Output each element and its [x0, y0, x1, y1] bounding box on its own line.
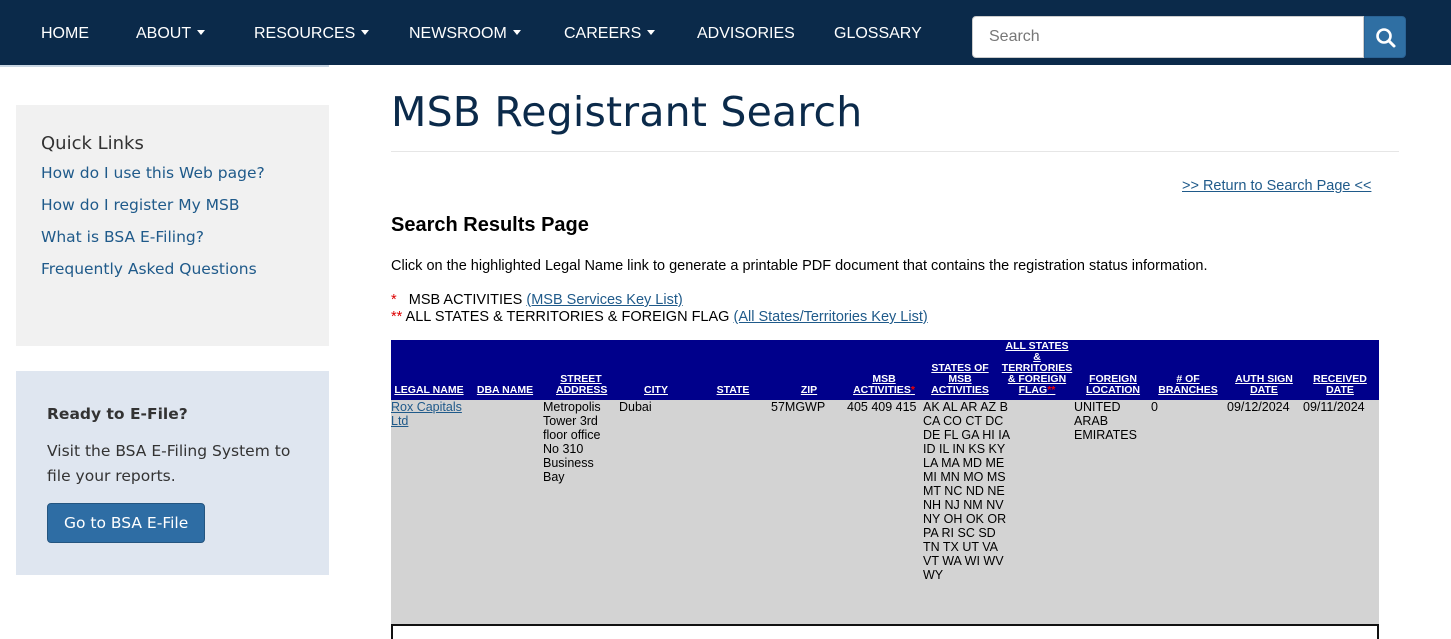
title-divider	[391, 151, 1399, 152]
nav-home[interactable]: HOME	[41, 3, 89, 65]
nav-newsroom[interactable]: NEWSROOM	[409, 3, 521, 65]
lower-content-box	[391, 624, 1379, 639]
legend-double-asterisk: **	[391, 309, 403, 325]
quick-links-title: Quick Links	[41, 133, 144, 154]
nav-about[interactable]: ABOUT	[136, 3, 206, 65]
cell-received-date: 09/11/2024	[1303, 400, 1365, 414]
caret-down-icon	[647, 30, 656, 36]
th-dba-name[interactable]: DBA NAME	[475, 385, 535, 396]
nav-home-label: HOME	[41, 25, 89, 42]
cell-msb-activities: 405 409 415	[847, 400, 917, 414]
th-foreign-location[interactable]: FOREIGN LOCATION	[1083, 374, 1143, 396]
nav-glossary[interactable]: GLOSSARY	[834, 3, 922, 65]
nav-about-label: ABOUT	[136, 25, 192, 42]
cell-city: Dubai	[619, 400, 652, 414]
cell-street-address: Metropolis Tower 3rd floor office No 310…	[543, 400, 601, 484]
th-city[interactable]: CITY	[636, 385, 676, 396]
go-to-efile-button[interactable]: Go to BSA E-File	[47, 503, 206, 543]
th-states-of-msb[interactable]: STATES OF MSB ACTIVITIES	[931, 363, 989, 396]
legend-all-states: ** ALL STATES & TERRITORIES & FOREIGN FL…	[391, 309, 928, 325]
instructions-text: Click on the highlighted Legal Name link…	[391, 258, 1208, 274]
th-branches[interactable]: # OF BRANCHES	[1157, 374, 1219, 396]
legend-msb-activities: * MSB ACTIVITIES (MSB Services Key List)	[391, 292, 683, 308]
legal-name-link[interactable]: Rox Capitals Ltd	[391, 400, 462, 428]
efile-title: Ready to E-File?	[47, 405, 188, 423]
caret-down-icon	[361, 30, 370, 36]
caret-down-icon	[197, 30, 206, 36]
table-header-row: LEGAL NAME DBA NAME STREET ADDRESS CITY …	[391, 340, 1379, 400]
search-input[interactable]	[972, 16, 1364, 58]
return-to-search-link[interactable]: >> Return to Search Page <<	[1182, 178, 1371, 194]
cell-branches: 0	[1151, 400, 1158, 414]
main-navbar: HOME ABOUT RESOURCES NEWSROOM CAREERS AD…	[0, 3, 1451, 65]
th-street-address[interactable]: STREET ADDRESS	[556, 374, 607, 396]
cell-legal-name: Rox Capitals Ltd	[391, 400, 465, 428]
quick-link-what-is-bsa-efiling[interactable]: What is BSA E-Filing?	[41, 228, 329, 246]
nav-careers-label: CAREERS	[564, 25, 642, 42]
legend-msb-label: MSB ACTIVITIES	[408, 292, 523, 308]
results-table: LEGAL NAME DBA NAME STREET ADDRESS CITY …	[391, 340, 1379, 624]
search-button[interactable]	[1364, 16, 1406, 58]
results-heading: Search Results Page	[391, 214, 589, 236]
th-zip[interactable]: ZIP	[791, 385, 827, 396]
th-legal-name[interactable]: LEGAL NAME	[391, 385, 467, 396]
cell-states-of-msb: AK AL AR AZ B CA CO CT DC DE FL GA HI IA…	[923, 400, 1010, 582]
nav-resources-label: RESOURCES	[254, 25, 356, 42]
efile-panel: Ready to E-File? Visit the BSA E-Filing …	[16, 371, 329, 575]
quick-link-faq[interactable]: Frequently Asked Questions	[41, 260, 329, 278]
quick-link-how-to-use[interactable]: How do I use this Web page?	[41, 164, 329, 182]
nav-glossary-label: GLOSSARY	[834, 25, 922, 42]
cell-zip: 57MGWP	[771, 400, 826, 414]
page-title: MSB Registrant Search	[391, 88, 863, 136]
th-state[interactable]: STATE	[709, 385, 757, 396]
th-received-date[interactable]: RECEIVED DATE	[1309, 374, 1371, 396]
th-msb-activities[interactable]: MSB ACTIVITIES*	[851, 374, 917, 396]
cell-foreign-location: UNITED ARAB EMIRATES	[1074, 400, 1137, 442]
quick-link-how-to-register[interactable]: How do I register My MSB	[41, 196, 329, 214]
nav-resources[interactable]: RESOURCES	[254, 3, 370, 65]
cell-auth-sign-date: 09/12/2024	[1227, 400, 1290, 414]
legend-states-label: ALL STATES & TERRITORIES & FOREIGN FLAG	[405, 309, 730, 325]
nav-advisories-label: ADVISORIES	[697, 25, 795, 42]
th-all-states[interactable]: ALL STATES & TERRITORIES & FOREIGN FLAG*…	[1001, 341, 1073, 396]
states-key-link[interactable]: (All States/Territories Key List)	[733, 309, 927, 325]
nav-newsroom-label: NEWSROOM	[409, 25, 507, 42]
msb-services-key-link[interactable]: (MSB Services Key List)	[526, 292, 682, 308]
quick-links-panel: Quick Links How do I use this Web page? …	[16, 105, 329, 346]
sidebar-top-rule	[0, 65, 329, 67]
legend-asterisk: *	[391, 292, 397, 308]
search-icon	[1376, 28, 1396, 48]
th-auth-sign-date[interactable]: AUTH SIGN DATE	[1231, 374, 1297, 396]
nav-careers[interactable]: CAREERS	[564, 3, 656, 65]
efile-text: Visit the BSA E-Filing System to file yo…	[47, 442, 291, 485]
nav-advisories[interactable]: ADVISORIES	[697, 3, 795, 65]
caret-down-icon	[512, 30, 521, 36]
